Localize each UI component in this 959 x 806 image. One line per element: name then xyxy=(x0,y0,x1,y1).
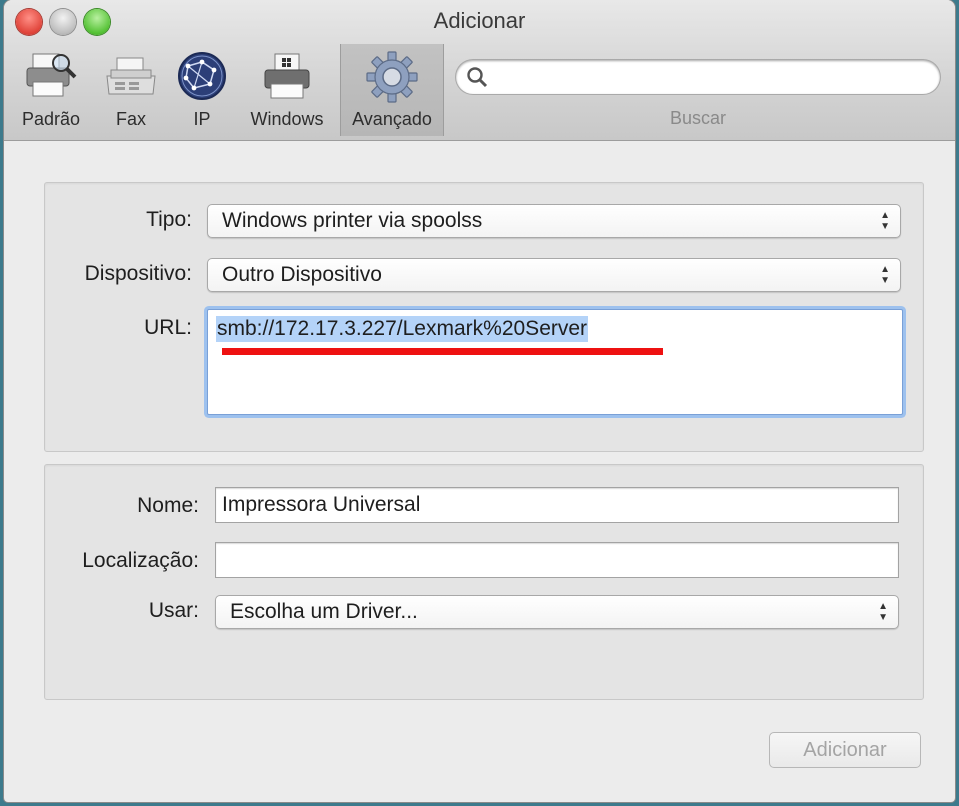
add-printer-window: Adicionar Padrão Fax IP Windows Avançado… xyxy=(4,0,955,802)
url-label: URL: xyxy=(144,316,192,339)
toolbar-ip[interactable]: IP xyxy=(170,44,234,136)
fax-icon xyxy=(106,57,156,95)
url-textarea[interactable]: smb://172.17.3.227/Lexmark%20Server xyxy=(207,309,903,415)
tipo-popup[interactable]: Windows printer via spoolss ▲ ▼ xyxy=(207,204,901,238)
annotation-underline xyxy=(222,348,663,355)
localizacao-field[interactable] xyxy=(215,542,899,578)
usar-value: Escolha um Driver... xyxy=(230,600,418,623)
gear-icon xyxy=(366,51,418,103)
toolbar-avancado[interactable]: Avançado xyxy=(340,44,444,136)
dispositivo-value: Outro Dispositivo xyxy=(222,263,382,286)
toolbar-padrao-label: Padrão xyxy=(21,109,81,129)
updown-arrows-icon: ▲ ▼ xyxy=(880,264,890,286)
search-field[interactable] xyxy=(456,60,940,94)
toolbar-fax[interactable]: Fax xyxy=(96,44,166,136)
toolbar-fax-label: Fax xyxy=(115,109,146,129)
search-input[interactable] xyxy=(492,64,926,92)
updown-arrows-icon: ▲ ▼ xyxy=(880,210,890,232)
nome-field[interactable]: Impressora Universal xyxy=(215,487,899,523)
toolbar-area: Adicionar Padrão Fax IP Windows Avançado… xyxy=(4,0,955,141)
dispositivo-label: Dispositivo: xyxy=(84,262,192,285)
search-icon xyxy=(467,67,488,88)
tipo-label: Tipo: xyxy=(146,208,192,231)
search-label: Buscar xyxy=(669,108,727,128)
toolbar-avancado-label: Avançado xyxy=(352,109,432,129)
toolbar-windows-label: Windows xyxy=(250,109,324,129)
toolbar-ip-label: IP xyxy=(193,109,211,129)
window-title: Adicionar xyxy=(433,8,526,33)
url-value: smb://172.17.3.227/Lexmark%20Server xyxy=(216,316,589,342)
toolbar-padrao[interactable]: Padrão xyxy=(14,44,88,136)
windows-printer-icon xyxy=(264,53,310,99)
printer-search-icon xyxy=(26,53,77,97)
usar-popup[interactable]: Escolha um Driver... ▲ ▼ xyxy=(215,595,899,629)
add-button[interactable]: Adicionar xyxy=(769,732,921,768)
nome-label: Nome: xyxy=(137,494,199,517)
usar-label: Usar: xyxy=(148,599,199,622)
dispositivo-popup[interactable]: Outro Dispositivo ▲ ▼ xyxy=(207,258,901,292)
updown-arrows-icon: ▲ ▼ xyxy=(878,601,888,623)
toolbar-windows[interactable]: Windows xyxy=(242,44,332,136)
globe-icon xyxy=(178,52,226,100)
localizacao-label: Localização: xyxy=(82,549,199,572)
nome-value: Impressora Universal xyxy=(222,493,421,516)
tipo-value: Windows printer via spoolss xyxy=(222,209,483,232)
